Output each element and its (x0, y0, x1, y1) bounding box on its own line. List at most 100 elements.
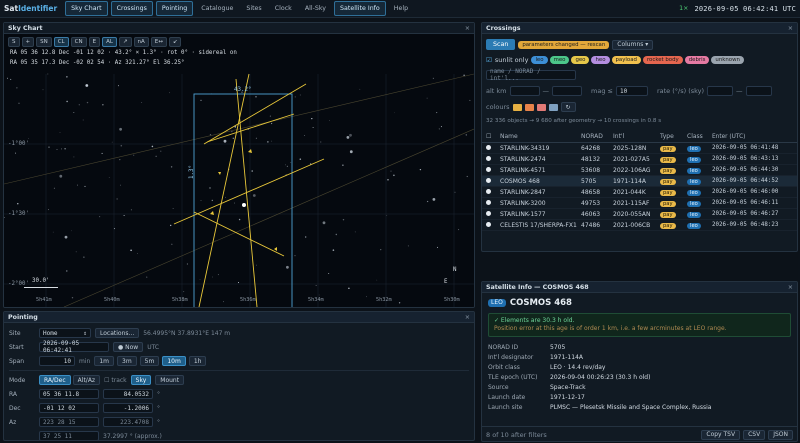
sky-tool-button[interactable]: E (88, 37, 101, 47)
table-row[interactable]: CELESTIS 17/SHERPA-FX1 47486 2021-006CB pay… (482, 220, 797, 231)
sky-canvas[interactable]: S + SN CL CN E AL ↗ nA E↔ ↙ RA 05 36 12.8 Dec -01 … (4, 34, 474, 307)
colour-swatch[interactable] (548, 103, 558, 111)
filter-pill-payload[interactable]: payload (611, 56, 641, 64)
filter-pill-meo[interactable]: meo (549, 56, 570, 64)
sky-tool-button[interactable]: AL (102, 37, 117, 47)
col-intl[interactable]: Int'l (613, 133, 660, 140)
colour-swatch[interactable] (536, 103, 546, 111)
alt-max-input[interactable] (552, 86, 582, 96)
row-select[interactable] (482, 177, 496, 185)
row-select[interactable] (482, 155, 496, 163)
sky-tool-button[interactable]: ↙ (168, 37, 182, 47)
mag-input[interactable]: 10 (615, 86, 648, 96)
table-row[interactable]: COSMOS 468 5705 1971-114A pay leo 2026-09-05 … (482, 176, 797, 187)
nav-tab-clock[interactable]: Clock (270, 2, 297, 15)
columns-dropdown[interactable]: Columns ▾ (612, 39, 654, 50)
ra-degrees-input[interactable]: 84.0532 (103, 389, 153, 399)
close-icon[interactable]: × (788, 25, 793, 32)
sky-tool-button[interactable]: CN (70, 37, 87, 47)
span-preset-1m[interactable]: 1m (94, 356, 114, 366)
mode-ra-dec[interactable]: RA/Dec (39, 375, 71, 385)
scan-button[interactable]: Scan (486, 39, 516, 50)
track-checkbox[interactable]: ☐ track (104, 377, 127, 384)
row-select[interactable] (482, 221, 496, 229)
now-button[interactable]: ● Now (113, 342, 144, 352)
sky-tool-button[interactable]: S (8, 37, 20, 47)
checkbox-icon[interactable]: ☑ (486, 56, 492, 64)
sky-tool-button[interactable]: CL (53, 37, 69, 47)
sky-tool-button[interactable]: + (21, 37, 35, 47)
search-input[interactable]: name / NORAD / int'l... (486, 68, 576, 82)
filter-pill-unknown[interactable]: unknown (711, 56, 744, 64)
nav-tab-sites[interactable]: Sites (241, 2, 266, 15)
row-select[interactable] (482, 210, 496, 218)
dec-degrees-input[interactable]: -1.2006 (103, 403, 153, 413)
span-preset-5m[interactable]: 5m (139, 356, 160, 366)
filter-pill-debris[interactable]: debris (684, 56, 710, 64)
locations-button[interactable]: Locations... (95, 328, 140, 338)
nav-tab-sky-chart[interactable]: Sky Chart (65, 1, 108, 16)
select-all-checkbox[interactable]: ☐ (482, 133, 496, 140)
nav-tab-help[interactable]: Help (389, 2, 413, 15)
nav-tab-satellite-info[interactable]: Satellite Info (334, 1, 386, 16)
table-row[interactable]: STARLINK-34319 64268 2025-128N pay leo 2026-0… (482, 143, 797, 154)
sky-tool-button[interactable]: SN (36, 37, 52, 47)
colour-swatch[interactable] (524, 103, 534, 111)
table-row[interactable]: STARLINK-3200 49753 2021-115AF pay leo 2026-0… (482, 198, 797, 209)
span-preset-10m[interactable]: 10m (162, 356, 186, 366)
time-speed[interactable]: 1× (679, 5, 688, 12)
sky-tool-button[interactable]: E↔ (150, 37, 167, 47)
star (212, 276, 214, 278)
star (312, 127, 314, 129)
ra-grid-label: 5h34m (308, 297, 324, 303)
json-button[interactable]: JSON (768, 429, 793, 440)
span-preset-3m[interactable]: 3m (117, 356, 137, 366)
filter-pill-heo[interactable]: heo (591, 56, 610, 64)
csv-button[interactable]: CSV (743, 429, 766, 440)
alt-input[interactable]: 37 25 11 (39, 431, 99, 440)
az-degrees-input[interactable]: 223.4708 (103, 417, 153, 427)
close-icon[interactable]: × (465, 314, 470, 321)
table-row[interactable]: STARLINK-2474 48132 2021-027A5 pay leo 2026-0… (482, 154, 797, 165)
rate-max-input[interactable] (745, 86, 772, 96)
table-row[interactable]: STARLINK-1577 46063 2020-055AN pay leo 2026-0… (482, 209, 797, 220)
close-icon[interactable]: × (465, 25, 470, 32)
mount-button[interactable]: Mount (155, 375, 185, 385)
table-row[interactable]: STARLINK-4571 53608 2022-106AG pay leo 2026-0… (482, 165, 797, 176)
table-row[interactable]: STARLINK-2847 48658 2021-044K pay leo 2026-09… (482, 187, 797, 198)
col-class[interactable]: Class (687, 133, 712, 140)
reset-icon[interactable]: ↻ (560, 102, 576, 112)
span-preset-1h[interactable]: 1h (188, 356, 207, 366)
sky-tool-button[interactable]: nA (133, 37, 149, 47)
col-type[interactable]: Type (660, 133, 687, 140)
filter-pill-leo[interactable]: leo (531, 56, 548, 64)
rate-min-input[interactable] (707, 86, 734, 96)
row-select[interactable] (482, 199, 496, 207)
dec-input[interactable]: -01 12 02 (39, 403, 99, 413)
col-name[interactable]: Name (496, 133, 581, 140)
span-input[interactable]: 10 (39, 356, 75, 366)
start-time-input[interactable]: 2026-09-05 06:42:41 (39, 340, 109, 354)
filter-pill-rocket-body[interactable]: rocket body (642, 56, 683, 64)
ra-input[interactable]: 05 36 11.8 (39, 389, 99, 399)
row-select[interactable] (482, 166, 496, 174)
colour-swatch[interactable] (512, 103, 522, 111)
nav-tab-crossings[interactable]: Crossings (110, 1, 153, 16)
filter-pill-geo[interactable]: geo (571, 56, 590, 64)
copy-tsv-button[interactable]: Copy TSV (701, 429, 741, 440)
nav-tab-pointing[interactable]: Pointing (155, 1, 194, 16)
col-enter[interactable]: Enter (UTC) (712, 134, 797, 140)
close-icon[interactable]: × (788, 284, 793, 291)
mode-alt-az[interactable]: Alt/Az (72, 375, 101, 385)
row-select[interactable] (482, 144, 496, 152)
nav-tab-catalogue[interactable]: Catalogue (196, 2, 238, 15)
dec-grid-label: -1°30' (8, 211, 29, 217)
site-select[interactable]: Home ⇕ (39, 328, 91, 338)
sky-button[interactable]: Sky (130, 375, 152, 385)
alt-min-input[interactable] (509, 86, 540, 96)
row-select[interactable] (482, 188, 496, 196)
sky-tool-button[interactable]: ↗ (118, 37, 132, 47)
col-norad[interactable]: NORAD (581, 133, 613, 140)
az-input[interactable]: 223 28 15 (39, 417, 99, 427)
nav-tab-all-sky[interactable]: All-Sky (300, 2, 331, 15)
